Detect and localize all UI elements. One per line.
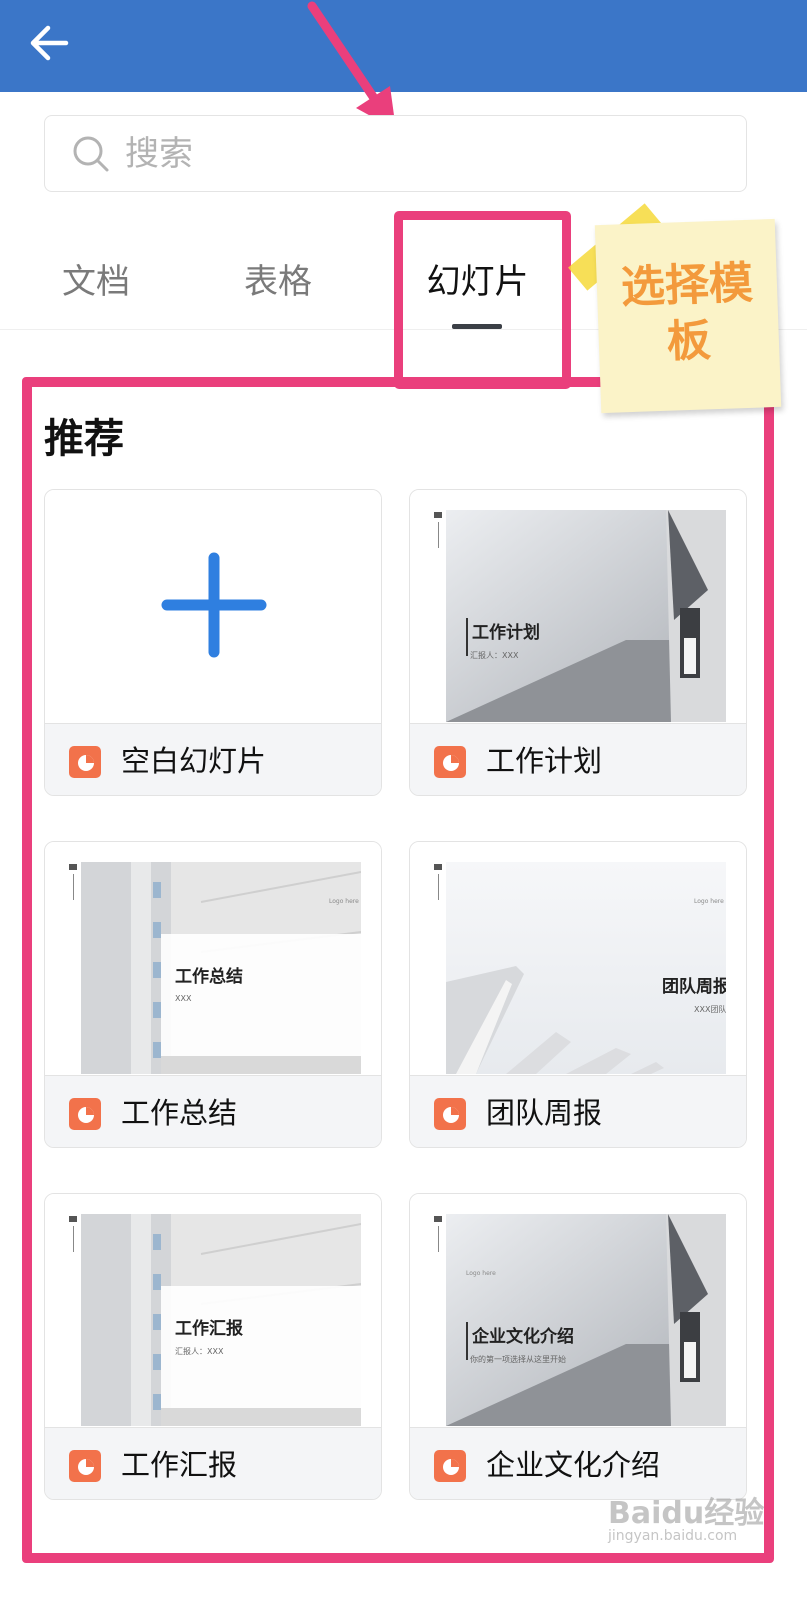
annotation-highlight-tab	[394, 211, 571, 389]
slide-subtitle: 汇报人：XXX	[470, 651, 519, 660]
slide-logo-text: Logo here	[466, 1270, 496, 1277]
ppt-file-icon	[434, 1450, 466, 1482]
slide-menu-icon	[434, 1216, 442, 1222]
tab-documents[interactable]: 文档	[60, 256, 132, 308]
slide-subtitle: 你的第一项选择从这里开始	[470, 1355, 566, 1364]
slide-title: 工作计划	[472, 623, 540, 643]
slide-title-bar	[466, 1322, 468, 1360]
card-label: 团队周报	[486, 1096, 603, 1130]
slide-preview: 工作计划 汇报人：XXX	[446, 510, 726, 722]
slide-side-line	[73, 1226, 74, 1252]
template-card-team-weekly[interactable]: Logo here 团队周报 XXX团队 团队周报	[409, 841, 747, 1148]
card-label: 工作总结	[121, 1096, 238, 1130]
template-card-work-plan[interactable]: 工作计划 汇报人：XXX 工作计划	[409, 489, 747, 796]
search-placeholder: 搜索	[125, 134, 193, 174]
ppt-file-icon	[69, 1450, 101, 1482]
template-card-work-summary[interactable]: Logo here 工作总结 XXX 工作总结	[44, 841, 382, 1148]
card-footer: 工作计划	[410, 723, 746, 795]
search-icon	[73, 136, 109, 172]
tab-spreadsheets[interactable]: 表格	[242, 256, 314, 308]
watermark-url: jingyan.baidu.com	[608, 1528, 738, 1544]
slide-side-line	[73, 874, 74, 900]
ppt-file-icon	[69, 1098, 101, 1130]
template-card-blank[interactable]: 空白幻灯片	[44, 489, 382, 796]
card-thumbnail: Logo here 工作总结 XXX	[45, 842, 381, 1075]
search-bar[interactable]: 搜索	[44, 115, 747, 192]
sticky-note-text: 选择模板	[596, 255, 780, 373]
slide-menu-icon	[69, 1216, 77, 1222]
ppt-file-icon	[434, 1098, 466, 1130]
slide-logo-text: Logo here	[329, 898, 359, 905]
card-label: 工作计划	[486, 744, 603, 778]
ppt-file-icon	[434, 746, 466, 778]
card-footer: 团队周报	[410, 1075, 746, 1147]
slide-side-line	[438, 1226, 439, 1252]
slide-menu-icon	[434, 512, 442, 518]
card-thumbnail: 工作计划 汇报人：XXX	[410, 490, 746, 723]
slide-subtitle: 汇报人：XXX	[175, 1347, 224, 1356]
slide-menu-icon	[434, 864, 442, 870]
card-label: 空白幻灯片	[121, 744, 267, 778]
watermark-text: Baidu经验	[608, 1496, 765, 1531]
ppt-file-icon	[69, 746, 101, 778]
slide-title: 工作汇报	[175, 1319, 243, 1339]
arrow-left-icon[interactable]	[26, 20, 72, 66]
slide-subtitle: XXX	[175, 994, 192, 1003]
slide-side-line	[438, 874, 439, 900]
slide-title: 工作总结	[175, 967, 243, 987]
plus-icon	[161, 552, 267, 658]
card-footer: 工作汇报	[45, 1427, 381, 1499]
slide-menu-icon	[69, 864, 77, 870]
slide-title: 企业文化介绍	[472, 1327, 574, 1347]
slide-preview: Logo here 企业文化介绍 你的第一项选择从这里开始	[446, 1214, 726, 1426]
template-card-work-report[interactable]: 工作汇报 汇报人：XXX 工作汇报	[44, 1193, 382, 1500]
slide-title-bar	[466, 618, 468, 656]
sticky-note-label: 选择模板	[620, 257, 754, 368]
card-label: 企业文化介绍	[486, 1448, 661, 1482]
slide-title: 团队周报	[662, 977, 726, 997]
slide-subtitle: XXX团队	[694, 1005, 726, 1014]
slide-preview: 工作汇报 汇报人：XXX	[81, 1214, 361, 1426]
card-thumbnail: Logo here 企业文化介绍 你的第一项选择从这里开始	[410, 1194, 746, 1427]
slide-preview: Logo here 工作总结 XXX	[81, 862, 361, 1074]
slide-preview: Logo here 团队周报 XXX团队	[446, 862, 726, 1074]
section-title: 推荐	[44, 416, 124, 462]
card-thumbnail	[45, 490, 381, 723]
card-footer: 工作总结	[45, 1075, 381, 1147]
annotation-sticky-note: 选择模板	[594, 218, 782, 414]
card-thumbnail: Logo here 团队周报 XXX团队	[410, 842, 746, 1075]
slide-side-line	[438, 522, 439, 548]
slide-background-image	[446, 510, 726, 722]
card-thumbnail: 工作汇报 汇报人：XXX	[45, 1194, 381, 1427]
card-footer: 空白幻灯片	[45, 723, 381, 795]
slide-background-image	[446, 1214, 726, 1426]
slide-background-image	[446, 862, 726, 1074]
template-card-corporate-culture[interactable]: Logo here 企业文化介绍 你的第一项选择从这里开始 企业文化介绍	[409, 1193, 747, 1500]
baidu-watermark: Baidu经验 jingyan.baidu.com	[608, 1488, 788, 1548]
card-label: 工作汇报	[121, 1448, 238, 1482]
slide-logo-text: Logo here	[694, 898, 724, 905]
